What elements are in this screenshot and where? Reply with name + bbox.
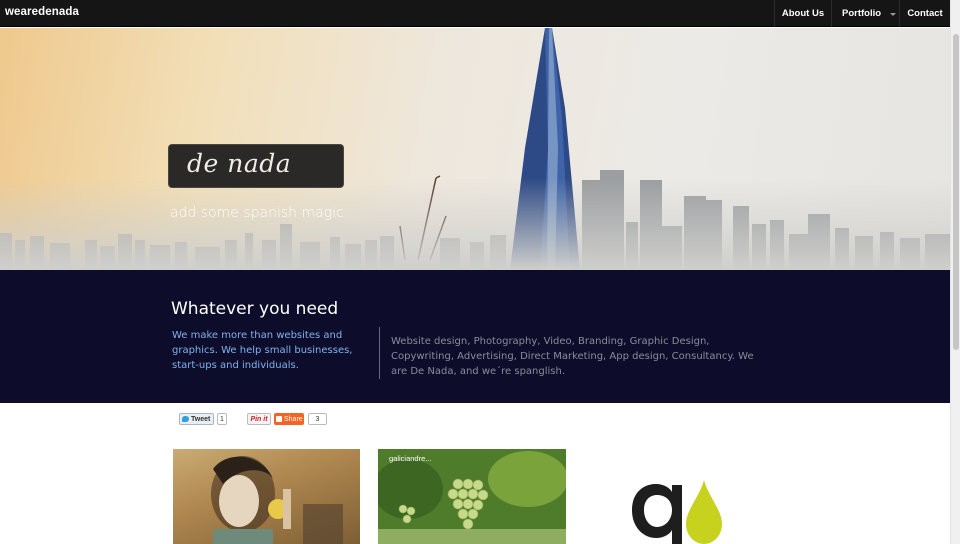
pin-it-button[interactable]: Pin it	[247, 413, 271, 425]
nav-portfolio-label: Portfolio	[842, 8, 882, 19]
share-button[interactable]: Share	[274, 413, 304, 425]
band-intro-text: We make more than websites and graphics.…	[172, 330, 353, 371]
band-services-text: Website design, Photography, Video, Bran…	[391, 336, 754, 377]
services-band: Whatever you need We make more than webs…	[0, 270, 950, 403]
g-drop-logo[interactable]	[624, 470, 734, 544]
grapes-photo	[378, 449, 566, 544]
portfolio-thumb-illustration[interactable]	[173, 449, 360, 544]
brand-logo-link[interactable]: wearedenada	[5, 6, 79, 18]
share-count-badge: 3	[308, 413, 327, 425]
tweet-button[interactable]: Tweet	[179, 413, 214, 425]
scrollbar-thumb[interactable]	[953, 34, 959, 350]
thumb-caption: galiciandre...	[389, 454, 432, 463]
top-navbar: wearedenada About Us Portfolio Contact	[0, 0, 950, 27]
band-divider	[379, 327, 380, 379]
nav-about-us[interactable]: About Us	[774, 0, 831, 27]
page-scrollbar[interactable]	[950, 0, 960, 544]
hero-banner: de nada add some spanish magic	[0, 28, 950, 270]
hero-tagline: add some spanish magic	[170, 205, 344, 221]
portfolio-thumb-grapes[interactable]: galiciandre...	[378, 449, 566, 544]
tweet-count-badge: 1	[217, 413, 227, 425]
band-title: Whatever you need	[171, 299, 339, 319]
share-icon	[276, 416, 282, 422]
main-nav: About Us Portfolio Contact	[774, 0, 950, 27]
share-button-label: Share	[284, 415, 303, 423]
nav-portfolio-dropdown[interactable]: Portfolio	[831, 0, 899, 27]
chevron-down-icon	[890, 12, 897, 16]
hero-logo-text: de nada	[187, 149, 292, 178]
nav-contact[interactable]: Contact	[899, 0, 950, 27]
hero-logo-box: de nada	[168, 144, 344, 188]
twitter-bird-icon	[182, 416, 189, 422]
illustration-image	[211, 456, 343, 544]
hero-haze-overlay	[0, 178, 950, 270]
tweet-button-label: Tweet	[191, 415, 211, 423]
